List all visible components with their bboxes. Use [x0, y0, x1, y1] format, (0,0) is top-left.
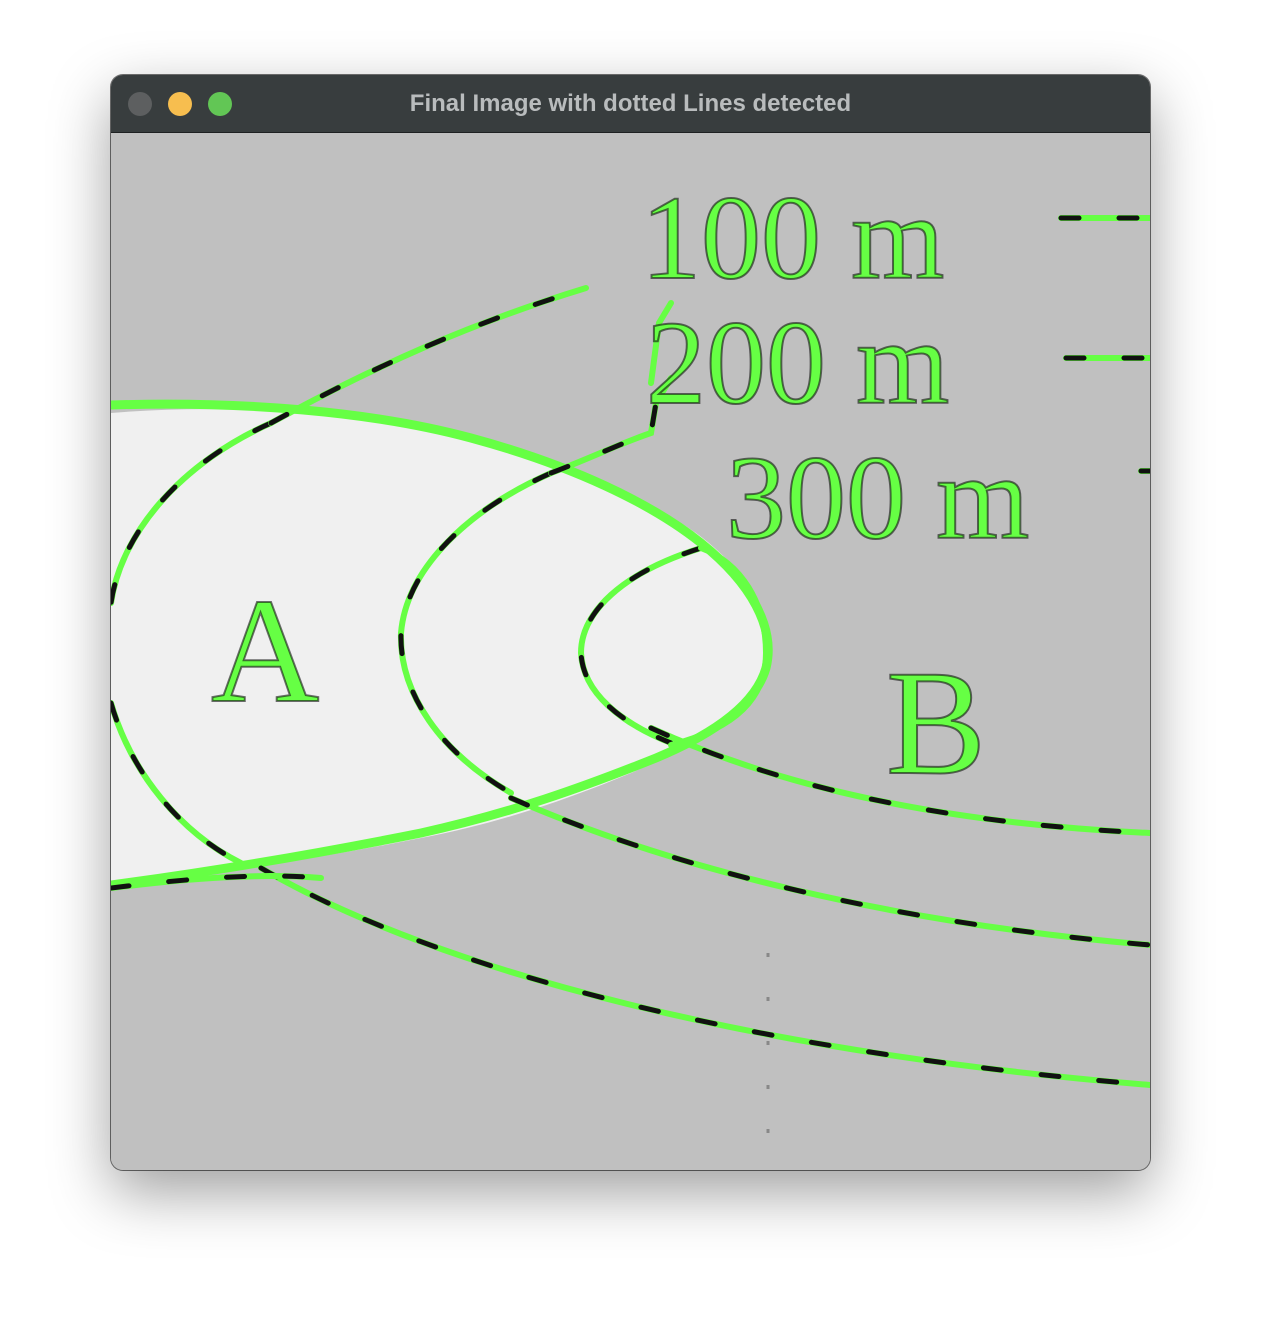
dash-segments: [258, 865, 1150, 1088]
title-bar[interactable]: Final Image with dotted Lines detected: [111, 75, 1150, 133]
filled-region: [111, 409, 769, 883]
scale-label-100: 100 m: [641, 171, 944, 304]
app-window: Final Image with dotted Lines detected 1…: [111, 75, 1150, 1170]
detection-image: 100 m 200 m 300 m A B: [111, 170, 1150, 1163]
scale-labels: 100 m 200 m 300 m: [640, 170, 1030, 565]
scale-label-300: 300 m: [726, 431, 1029, 564]
image-canvas: 100 m 200 m 300 m A B: [111, 133, 1150, 1170]
window-title: Final Image with dotted Lines detected: [409, 90, 852, 117]
point-label-a: A: [211, 568, 319, 734]
point-label-b: B: [886, 640, 986, 806]
dash-segments: [268, 285, 589, 426]
dash-segments: [508, 795, 1150, 948]
scale-label-200: 200 m: [646, 296, 949, 429]
